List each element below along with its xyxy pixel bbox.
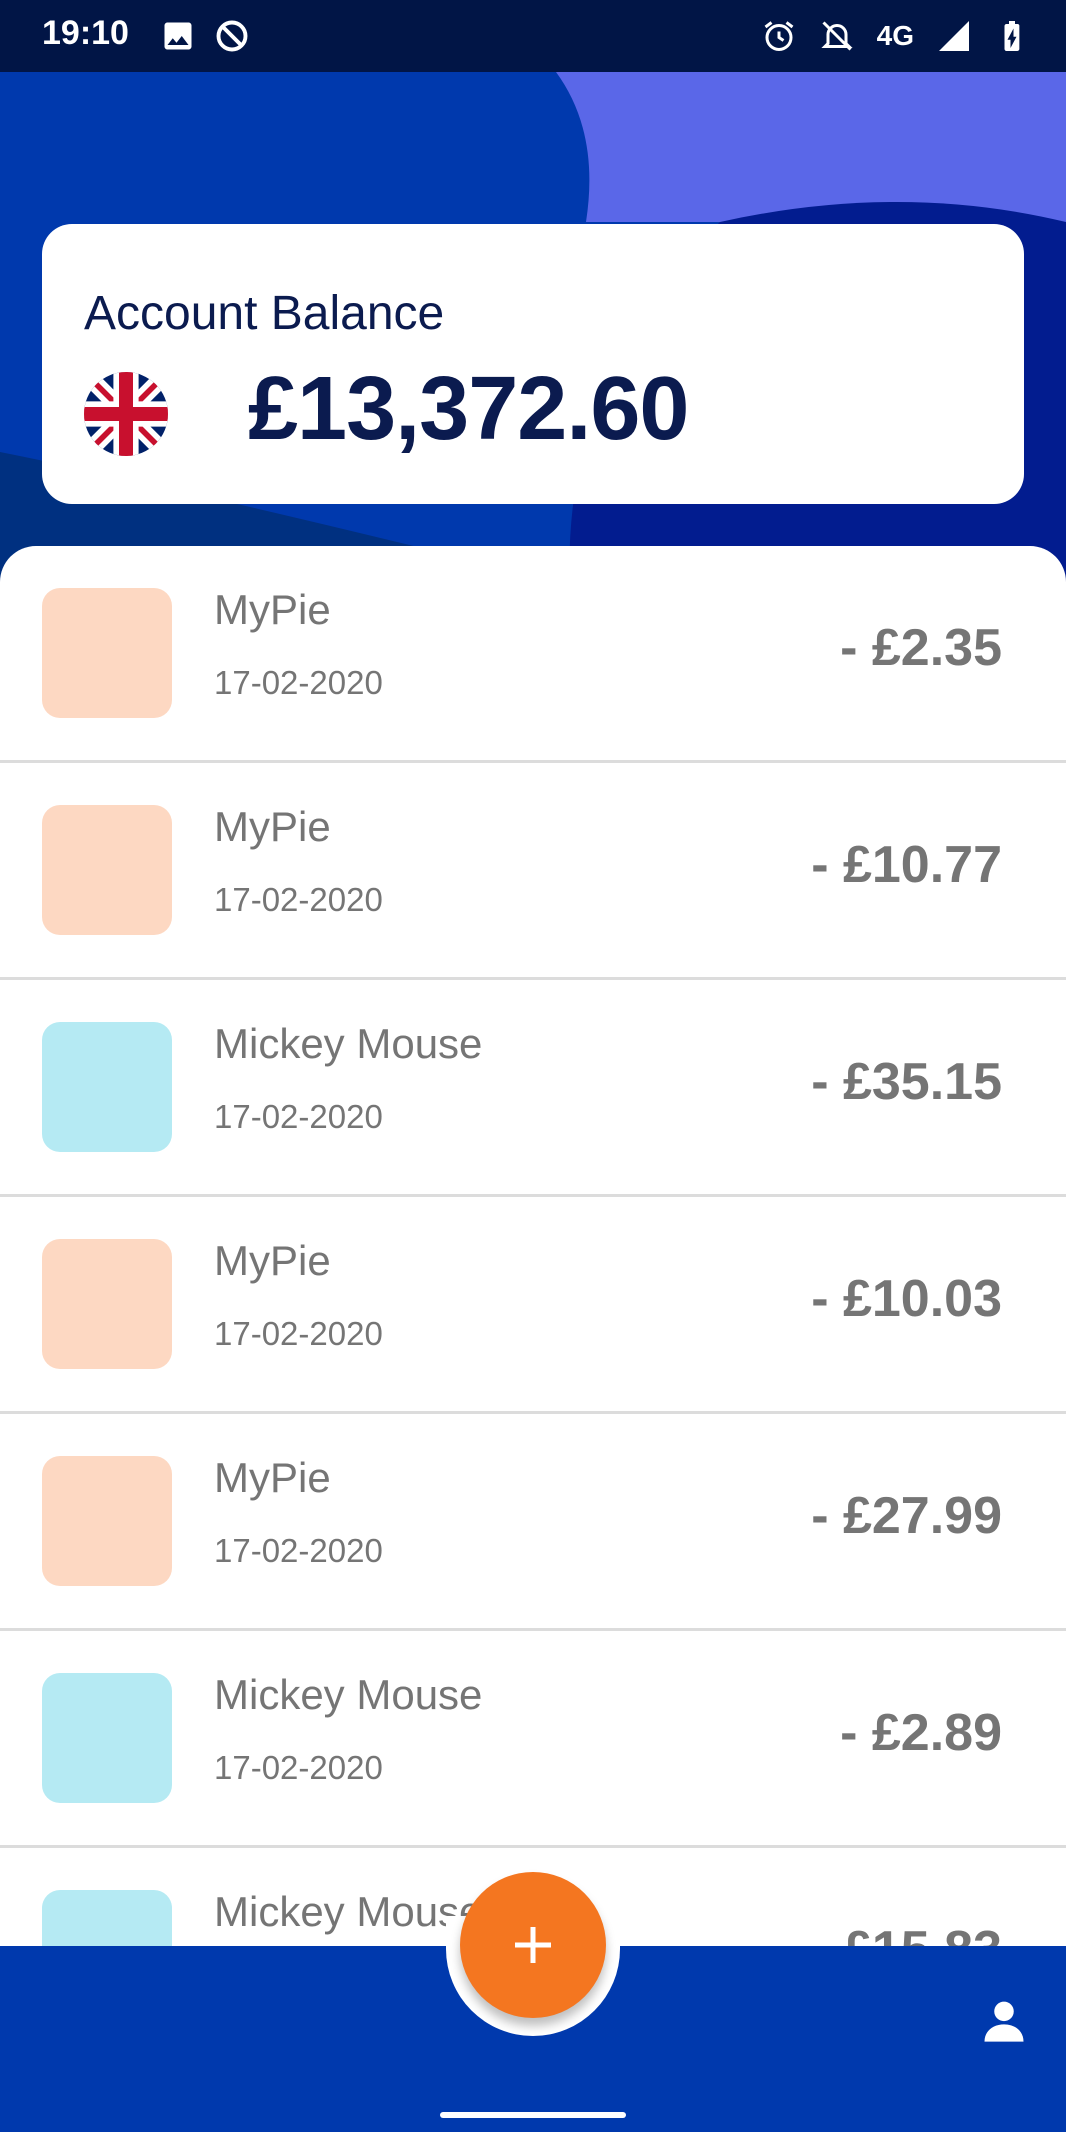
transaction-avatar: [42, 588, 172, 718]
add-transaction-button[interactable]: [460, 1872, 606, 2018]
balance-card: Account Balance £13,372.60: [42, 224, 1024, 504]
image-icon: [164, 22, 192, 50]
transaction-name: Mickey Mouse: [214, 1888, 483, 1935]
status-time: 19:10: [42, 14, 129, 52]
transaction-avatar: [42, 1456, 172, 1586]
transaction-date: 17-02-2020: [214, 1749, 383, 1786]
alarm-icon: [764, 21, 794, 51]
transaction-avatar: [42, 805, 172, 935]
transaction-date: 17-02-2020: [214, 1315, 383, 1352]
transaction-amount: - £10.77: [811, 836, 1002, 894]
network-type: 4G: [876, 20, 914, 51]
transaction-row[interactable]: MyPie 17-02-2020 - £10.03: [0, 1197, 1066, 1414]
transaction-date: 17-02-2020: [214, 664, 383, 701]
uk-flag-icon: [84, 372, 168, 456]
transaction-amount: - £10.03: [811, 1270, 1002, 1328]
transaction-avatar: [42, 1022, 172, 1152]
transaction-row[interactable]: Mickey Mouse 17-02-2020 - £2.89: [0, 1631, 1066, 1848]
transaction-amount: - £15.83: [811, 1920, 1002, 1946]
plus-icon: [515, 1927, 551, 1963]
transaction-row[interactable]: Mickey Mouse 17-02-2020 - £35.15: [0, 980, 1066, 1197]
transaction-row[interactable]: MyPie 17-02-2020 - £27.99: [0, 1414, 1066, 1631]
status-bar: 19:10 4G: [0, 0, 1066, 72]
transaction-name: MyPie: [214, 1454, 331, 1501]
notifications-off-icon: [821, 21, 853, 51]
transaction-amount: - £35.15: [811, 1053, 1002, 1111]
transaction-name: Mickey Mouse: [214, 1671, 483, 1718]
transaction-avatar: [42, 1890, 172, 1946]
sync-off-icon: [216, 20, 248, 52]
transaction-name: MyPie: [214, 1237, 331, 1284]
balance-label: Account Balance: [84, 287, 445, 340]
transaction-date: 17-02-2020: [214, 881, 383, 918]
home-indicator: [440, 2112, 626, 2118]
transactions-list: MyPie 17-02-2020 - £2.35 MyPie 17-02-2020 - £…: [0, 546, 1066, 1946]
transaction-date: 17-02-2020: [214, 1532, 383, 1569]
signal-icon: [939, 21, 969, 51]
transaction-amount: - £2.35: [840, 619, 1002, 677]
transaction-amount: - £2.89: [840, 1704, 1002, 1762]
transaction-avatar: [42, 1673, 172, 1803]
person-icon[interactable]: [978, 1994, 1030, 2046]
transaction-row[interactable]: MyPie 17-02-2020 - £10.77: [0, 763, 1066, 980]
transaction-date: 17-02-2020: [214, 1098, 383, 1135]
transaction-name: MyPie: [214, 803, 331, 850]
transaction-amount: - £27.99: [811, 1487, 1002, 1545]
transaction-name: MyPie: [214, 586, 331, 633]
transaction-name: Mickey Mouse: [214, 1020, 483, 1067]
battery-charging-icon: [1004, 21, 1020, 51]
transaction-row[interactable]: MyPie 17-02-2020 - £2.35: [0, 546, 1066, 763]
balance-amount: £13,372.60: [248, 359, 689, 459]
transaction-avatar: [42, 1239, 172, 1369]
